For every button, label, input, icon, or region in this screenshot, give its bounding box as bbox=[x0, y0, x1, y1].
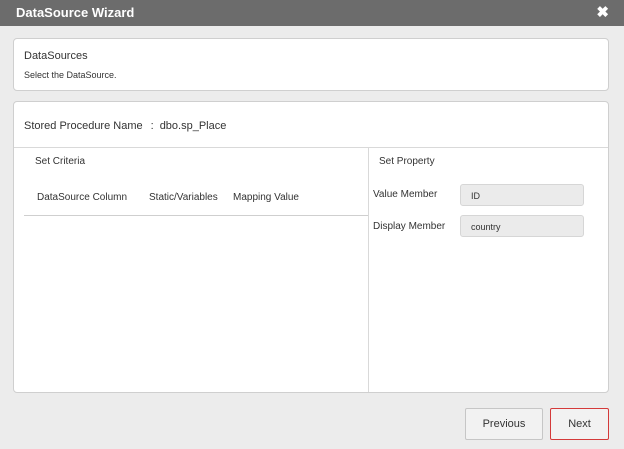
set-criteria-title: Set Criteria bbox=[35, 156, 86, 167]
column-header-static-variables: Static/Variables bbox=[149, 192, 218, 203]
column-header-datasource: DataSource Column bbox=[37, 192, 128, 203]
datasources-subtitle: Select the DataSource. bbox=[24, 70, 117, 80]
set-property-title: Set Property bbox=[379, 156, 435, 167]
value-member-label: Value Member bbox=[373, 189, 438, 200]
stored-procedure-separator: : bbox=[150, 120, 154, 132]
column-header-mapping-value: Mapping Value bbox=[233, 192, 299, 203]
next-button[interactable]: Next bbox=[550, 408, 609, 440]
stored-procedure-label: Stored Procedure Name bbox=[24, 120, 143, 132]
datasources-heading: DataSources bbox=[24, 50, 88, 62]
configuration-panel: Stored Procedure Name: dbo.sp_Place Set C… bbox=[13, 101, 609, 393]
datasources-panel: DataSources Select the DataSource. bbox=[13, 38, 609, 91]
criteria-header-underline bbox=[24, 215, 368, 216]
value-member-field[interactable]: ID bbox=[460, 184, 584, 206]
previous-button[interactable]: Previous bbox=[465, 408, 543, 440]
display-member-field[interactable]: country bbox=[460, 215, 584, 237]
display-member-label: Display Member bbox=[373, 221, 446, 232]
section-divider bbox=[14, 147, 608, 148]
column-divider bbox=[368, 148, 369, 392]
stored-procedure-row: Stored Procedure Name: dbo.sp_Place bbox=[24, 120, 226, 132]
stored-procedure-value: dbo.sp_Place bbox=[159, 120, 227, 132]
close-icon[interactable]: ✖ bbox=[596, 3, 609, 21]
dialog-title: DataSource Wizard bbox=[16, 5, 135, 20]
dialog-titlebar: DataSource Wizard ✖ bbox=[0, 0, 624, 26]
